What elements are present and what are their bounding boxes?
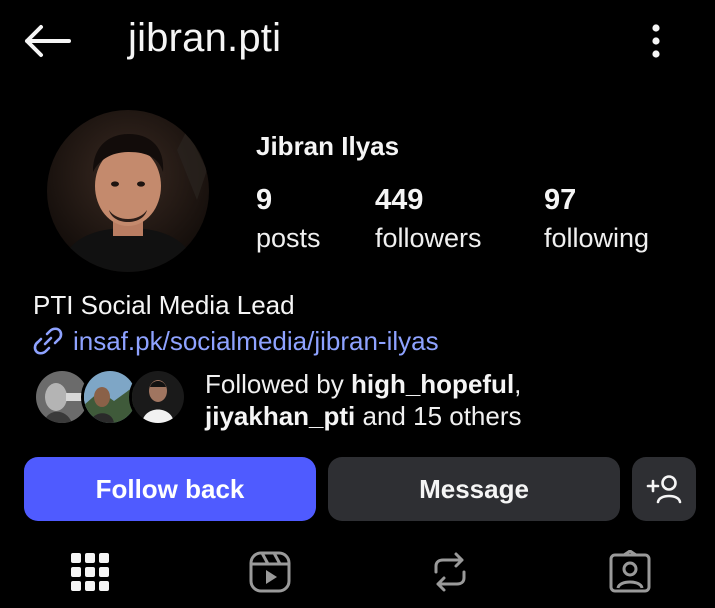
follower-avatar	[129, 368, 187, 426]
suggested-users-button[interactable]	[632, 457, 696, 521]
posts-count: 9	[256, 184, 273, 216]
tab-reposts[interactable]	[418, 540, 482, 604]
following-label: following	[544, 223, 650, 253]
tagged-icon	[609, 550, 651, 593]
profile-link-text: insaf.pk/socialmedia/jibran-ilyas	[73, 325, 439, 356]
profile-link[interactable]: insaf.pk/socialmedia/jibran-ilyas	[33, 325, 439, 357]
add-person-icon	[646, 475, 682, 504]
display-name: Jibran Ilyas	[256, 131, 400, 161]
followers-label: followers	[375, 223, 482, 253]
tab-tagged[interactable]	[598, 540, 662, 604]
followed-by-user[interactable]: high_hopeful	[351, 369, 514, 399]
following-count: 97	[544, 184, 577, 216]
message-button[interactable]: Message	[328, 457, 620, 521]
followers-stat[interactable]: 449 followers	[375, 182, 482, 258]
follow-back-button[interactable]: Follow back	[24, 457, 316, 521]
tab-reels[interactable]	[238, 540, 302, 604]
profile-avatar[interactable]	[47, 110, 209, 272]
bio-text: PTI Social Media Lead	[33, 290, 295, 320]
followed-by-suffix: and 15 others	[355, 401, 522, 431]
top-bar: jibran.pti	[0, 0, 715, 82]
profile-username: jibran.pti	[128, 16, 282, 60]
grid-icon	[71, 553, 109, 591]
followed-by-user[interactable]: jiyakhan_pti	[205, 401, 355, 431]
reels-icon	[249, 551, 291, 593]
reposts-icon	[434, 552, 466, 592]
followed-by-text: Followed by high_hopeful, jiyakhan_pti an…	[205, 368, 605, 432]
link-icon	[33, 325, 65, 357]
posts-label: posts	[256, 223, 321, 253]
tab-posts-grid[interactable]	[58, 540, 122, 604]
back-button[interactable]	[22, 22, 72, 60]
followed-by-separator: ,	[514, 369, 522, 399]
following-stat[interactable]: 97 following	[544, 182, 649, 258]
followed-by-prefix: Followed by	[205, 369, 351, 399]
posts-stat[interactable]: 9 posts	[256, 182, 321, 258]
followers-count: 449	[375, 184, 424, 216]
more-options-button[interactable]	[640, 20, 672, 62]
more-vertical-icon	[652, 24, 660, 58]
arrow-left-icon	[25, 25, 71, 57]
